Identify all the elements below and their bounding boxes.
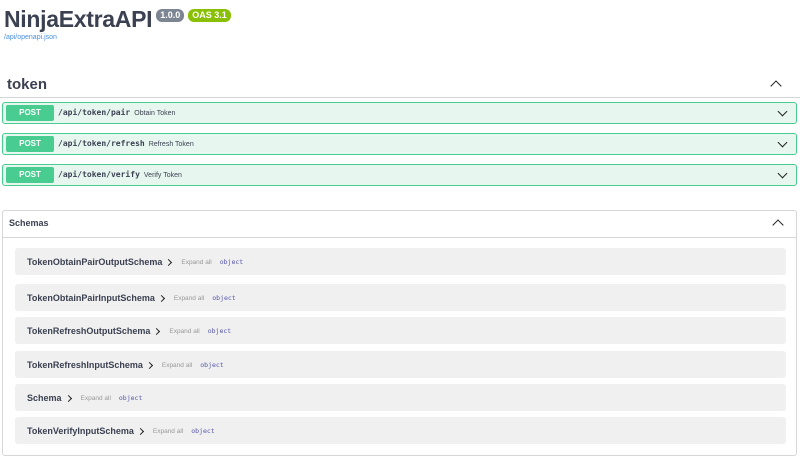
schemas-title: Schemas bbox=[9, 218, 49, 228]
expand-all-button[interactable]: Expand all bbox=[162, 362, 192, 369]
model-type: object bbox=[200, 361, 224, 369]
model-type: object bbox=[212, 294, 236, 302]
expand-all-button[interactable]: Expand all bbox=[81, 395, 111, 402]
schemas-header[interactable]: Schemas bbox=[3, 211, 796, 238]
expand-all-button[interactable]: Expand all bbox=[174, 295, 204, 302]
model-row[interactable]: TokenRefreshOutputSchema Expand all obje… bbox=[15, 317, 786, 344]
operation-token-verify[interactable]: POST /api/token/verify Verify Token bbox=[2, 164, 797, 186]
api-title: NinjaExtraAPI bbox=[4, 6, 153, 32]
model-row[interactable]: TokenObtainPairInputSchema Expand all ob… bbox=[15, 284, 786, 311]
operation-path: /api/token/verify Verify Token bbox=[58, 170, 182, 179]
oas-badge: OAS 3.1 bbox=[188, 9, 231, 22]
model-name[interactable]: Schema bbox=[27, 393, 62, 403]
model-type: object bbox=[219, 258, 244, 266]
chevron-down-icon[interactable] bbox=[777, 106, 788, 117]
model-row[interactable]: TokenVerifyInputSchema Expand all object bbox=[15, 417, 786, 444]
chevron-down-icon[interactable] bbox=[777, 168, 788, 179]
chevron-right-icon[interactable] bbox=[145, 361, 153, 369]
method-badge: POST bbox=[6, 136, 54, 152]
chevron-up-icon[interactable] bbox=[772, 219, 784, 231]
expand-all-button[interactable]: Expand all bbox=[181, 259, 211, 266]
operation-token-refresh[interactable]: POST /api/token/refresh Refresh Token bbox=[2, 133, 797, 155]
version-badge: 1.0.0 bbox=[156, 9, 185, 22]
model-type: object bbox=[207, 327, 232, 335]
chevron-right-icon[interactable] bbox=[165, 258, 173, 266]
api-info: NinjaExtraAPI 1.0.0 OAS 3.1 /api/openapi… bbox=[4, 4, 231, 41]
chevron-down-icon[interactable] bbox=[777, 137, 788, 148]
operation-token-pair[interactable]: POST /api/token/pair Obtain Token bbox=[2, 102, 797, 124]
model-row[interactable]: Schema Expand all object bbox=[15, 384, 786, 411]
model-name[interactable]: TokenRefreshOutputSchema bbox=[27, 326, 150, 336]
tag-name: token bbox=[7, 76, 48, 93]
expand-all-button[interactable]: Expand all bbox=[153, 428, 183, 435]
openapi-spec-link[interactable]: /api/openapi.json bbox=[4, 34, 231, 41]
operation-path: /api/token/refresh Refresh Token bbox=[58, 139, 194, 148]
chevron-right-icon[interactable] bbox=[153, 327, 161, 335]
model-name[interactable]: TokenRefreshInputSchema bbox=[27, 360, 143, 370]
schemas-section: Schemas TokenObtainPairOutputSchema Expa… bbox=[2, 210, 797, 456]
tag-section-header[interactable]: token bbox=[0, 72, 800, 98]
model-type: object bbox=[118, 394, 143, 402]
operation-summary: Obtain Token bbox=[134, 110, 176, 117]
model-name[interactable]: TokenVerifyInputSchema bbox=[27, 426, 134, 436]
model-name[interactable]: TokenObtainPairInputSchema bbox=[27, 293, 155, 303]
operation-path: /api/token/pair Obtain Token bbox=[58, 108, 176, 117]
method-badge: POST bbox=[6, 105, 54, 121]
chevron-up-icon[interactable] bbox=[770, 80, 782, 92]
method-badge: POST bbox=[6, 167, 54, 183]
model-row[interactable]: TokenObtainPairOutputSchema Expand all o… bbox=[15, 248, 786, 275]
expand-all-button[interactable]: Expand all bbox=[169, 328, 199, 335]
chevron-right-icon[interactable] bbox=[136, 427, 144, 435]
model-name[interactable]: TokenObtainPairOutputSchema bbox=[27, 257, 162, 267]
model-row[interactable]: TokenRefreshInputSchema Expand all objec… bbox=[15, 351, 786, 378]
operation-summary: Verify Token bbox=[143, 172, 182, 179]
chevron-right-icon[interactable] bbox=[157, 294, 165, 302]
model-type: object bbox=[191, 427, 215, 435]
operation-summary: Refresh Token bbox=[148, 141, 194, 148]
chevron-right-icon[interactable] bbox=[64, 394, 72, 402]
